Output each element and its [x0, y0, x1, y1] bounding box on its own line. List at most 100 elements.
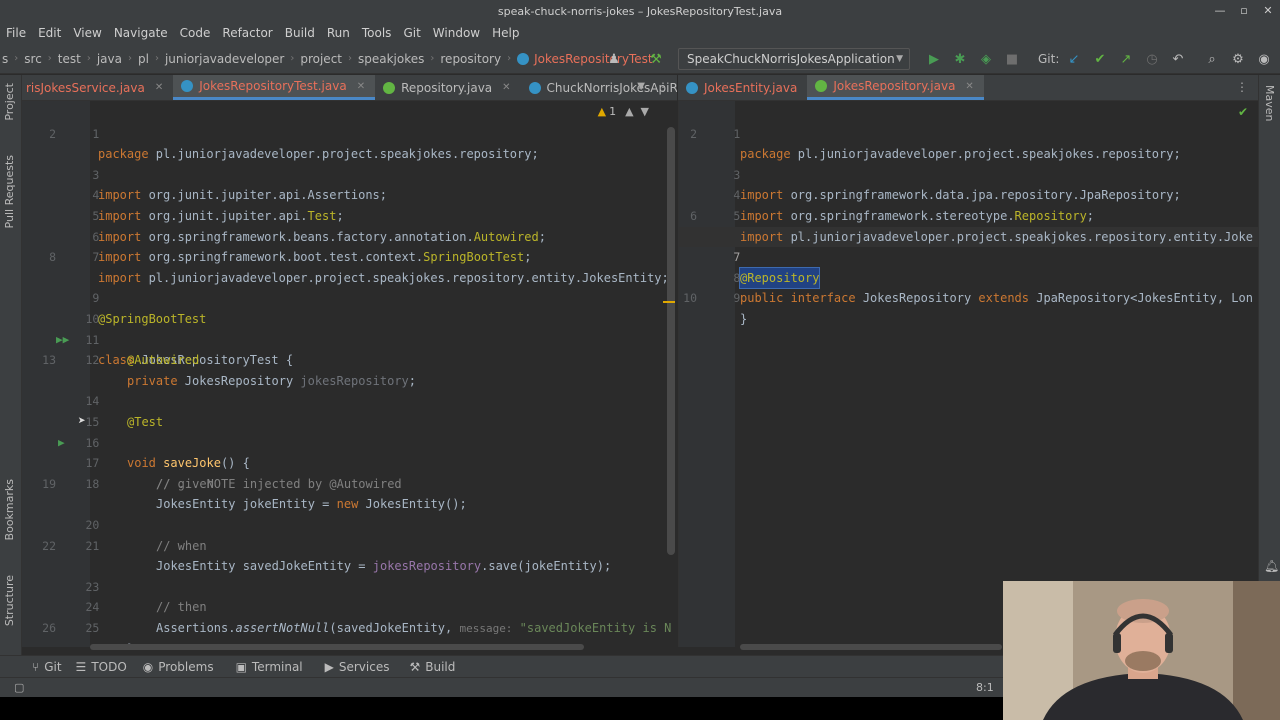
todo-tool-button[interactable]: ☰ TODO — [76, 660, 127, 674]
inspection-widget[interactable]: ▲ 1 ▲ ▼ — [598, 105, 649, 118]
layout-toggle-icon[interactable]: ▢ — [14, 681, 24, 694]
debug-icon[interactable]: ✱ — [952, 51, 968, 67]
more-icon[interactable]: ⋮ — [657, 80, 669, 94]
line-number: 7 — [92, 250, 100, 265]
more-icon[interactable]: ⋮ — [1236, 80, 1248, 94]
problems-tool-button[interactable]: ◉ Problems — [143, 660, 214, 674]
git-update-icon[interactable]: ↙ — [1066, 51, 1082, 67]
menu-run[interactable]: Run — [321, 22, 356, 44]
hammer-icon[interactable]: ⚒ — [648, 51, 664, 67]
tab-jokes-entity[interactable]: JokesEntity.java — [678, 75, 807, 100]
tool-label: Services — [338, 659, 390, 674]
line-number: 1 — [733, 126, 741, 141]
tab-label: risJokesService.java — [26, 80, 145, 95]
menu-tools[interactable]: Tools — [356, 22, 398, 44]
notifications-icon[interactable]: 🔔︎ — [1264, 559, 1279, 573]
breadcrumb: s › src › test › java › pl › juniorjavadevelo… — [2, 51, 653, 66]
project-tool-button[interactable]: Project — [3, 83, 16, 121]
breadcrumb-item[interactable]: speakjokes — [358, 52, 424, 66]
line-number: 2 — [49, 126, 56, 141]
line-number: 22 — [42, 538, 56, 553]
gear-icon[interactable]: ⚙ — [1230, 51, 1246, 67]
git-commit-icon[interactable]: ✔ — [1092, 51, 1108, 67]
menu-git[interactable]: Git — [397, 22, 426, 44]
breadcrumb-item[interactable]: repository — [440, 52, 501, 66]
pull-requests-tool-button[interactable]: Pull Requests — [3, 155, 16, 228]
breadcrumb-item[interactable]: java — [97, 52, 122, 66]
chevron-down-icon: ▼ — [896, 54, 903, 64]
close-icon[interactable]: ✕ — [965, 81, 973, 92]
close-icon[interactable]: ✕ — [502, 82, 510, 93]
caret-position[interactable]: 8:1 — [976, 681, 994, 694]
breadcrumb-item[interactable]: src — [24, 52, 42, 66]
tool-label: Terminal — [251, 659, 303, 674]
ide-features-icon[interactable]: ◉ — [1256, 51, 1272, 67]
left-code-editor[interactable]: 1 package pl.juniorjavadeveloper.project… — [22, 101, 677, 647]
menu-window[interactable]: Window — [427, 22, 486, 44]
close-icon[interactable]: ✕ — [155, 82, 163, 93]
right-horizontal-scrollbar[interactable] — [740, 644, 1002, 650]
chevron-up-icon[interactable]: ▲ — [625, 105, 633, 118]
code-line: @Autowired — [127, 353, 200, 368]
maven-tool-button[interactable]: Maven — [1263, 85, 1276, 121]
menu-code[interactable]: Code — [174, 22, 217, 44]
git-push-icon[interactable]: ↗ — [1118, 51, 1134, 67]
right-code-editor[interactable]: 1 package pl.juniorjavadeveloper.project… — [678, 101, 1258, 647]
tool-label: TODO — [91, 659, 127, 674]
line-number: 1 — [92, 126, 100, 141]
tab-chuck-norris-api[interactable]: ChuckNorrisJokesApiR — [521, 75, 677, 100]
menu-edit[interactable]: Edit — [32, 22, 67, 44]
menu-navigate[interactable]: Navigate — [108, 22, 174, 44]
run-configuration-label: SpeakChuckNorrisJokesApplication — [687, 52, 895, 66]
history-icon[interactable]: ◷ — [1144, 51, 1160, 67]
breadcrumb-current[interactable]: JokesRepositoryTest — [534, 52, 652, 66]
run-icon[interactable]: ▶ — [926, 51, 942, 67]
chevron-down-icon[interactable]: ▼ — [637, 81, 645, 92]
code-line: // when — [156, 538, 207, 553]
tab-label: JokesRepository.java — [833, 79, 956, 93]
rollback-icon[interactable]: ↶ — [1170, 51, 1186, 67]
menu-file[interactable]: File — [0, 22, 32, 44]
terminal-tool-button[interactable]: ▣ Terminal — [236, 660, 303, 674]
line-number: 2 — [690, 126, 697, 141]
line-number: 10 — [683, 291, 697, 306]
menu-refactor[interactable]: Refactor — [216, 22, 278, 44]
close-icon[interactable]: ✕ — [1256, 0, 1280, 22]
navigation-bar: s › src › test › java › pl › juniorjavadevelo… — [0, 44, 1280, 74]
user-icon[interactable]: ♟ — [606, 51, 622, 67]
coverage-icon[interactable]: ◈ — [978, 51, 994, 67]
build-tool-button[interactable]: ⚒ Build — [409, 660, 455, 674]
chevron-down-icon[interactable]: ▼ — [641, 105, 649, 118]
search-icon[interactable]: ⌕ — [1204, 51, 1220, 67]
run-configuration-select[interactable]: SpeakChuckNorrisJokesApplication ▼ — [678, 48, 910, 70]
class-icon — [528, 81, 541, 94]
warning-marker[interactable] — [663, 301, 675, 303]
vertical-scrollbar[interactable] — [667, 127, 675, 555]
tab-jokes-repository-test[interactable]: JokesRepositoryTest.java ✕ — [173, 75, 376, 100]
tab-label: JokesEntity.java — [704, 80, 798, 95]
tool-label: Git — [44, 659, 62, 674]
maximize-icon[interactable]: ▫ — [1232, 0, 1256, 22]
menu-build[interactable]: Build — [279, 22, 321, 44]
tab-repository[interactable]: Repository.java ✕ — [375, 75, 520, 100]
menu-help[interactable]: Help — [486, 22, 525, 44]
breadcrumb-item[interactable]: juniorjavadeveloper — [165, 52, 284, 66]
minimize-icon[interactable]: — — [1208, 0, 1232, 22]
code-line: // ... NOTE injected by @Autowired — [156, 476, 402, 491]
git-tool-button[interactable]: ⑂ Git — [32, 660, 62, 674]
stop-icon[interactable]: ■ — [1004, 51, 1020, 67]
services-tool-button[interactable]: ▶ Services — [325, 660, 390, 674]
left-horizontal-scrollbar[interactable] — [90, 644, 584, 650]
breadcrumb-item[interactable]: pl — [138, 52, 149, 66]
right-editor-tabs: JokesEntity.java JokesRepository.java ✕ … — [678, 75, 1258, 101]
breadcrumb-item[interactable]: test — [58, 52, 81, 66]
menu-view[interactable]: View — [67, 22, 107, 44]
structure-tool-button[interactable]: Structure — [3, 575, 16, 626]
tab-jokes-service[interactable]: risJokesService.java ✕ — [22, 75, 173, 100]
bookmarks-tool-button[interactable]: Bookmarks — [3, 479, 16, 540]
no-problems-check-icon[interactable]: ✔ — [1238, 105, 1248, 119]
tab-jokes-repository[interactable]: JokesRepository.java ✕ — [807, 75, 984, 100]
breadcrumb-item[interactable]: s — [2, 52, 8, 66]
breadcrumb-item[interactable]: project — [300, 52, 342, 66]
close-icon[interactable]: ✕ — [357, 81, 365, 92]
